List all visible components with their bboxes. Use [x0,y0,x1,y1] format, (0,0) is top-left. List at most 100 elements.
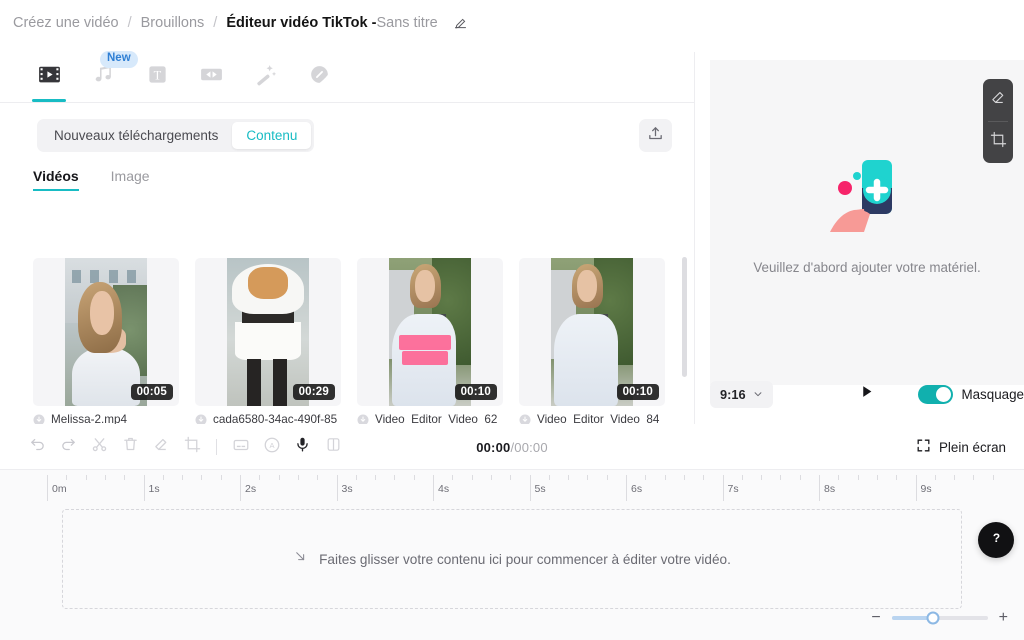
magic-wand-icon [253,62,278,92]
media-card[interactable]: 00:29 cada6580-34ac-490f-85e4-83b073ede6… [195,258,341,424]
ruler-minor-tick [259,475,261,480]
ruler-minor-tick [201,475,203,480]
tab-text[interactable]: T [130,52,184,102]
crop-button[interactable] [177,432,208,463]
download-icon[interactable] [357,414,369,424]
preview-eraser-button[interactable] [990,79,1007,121]
delete-button[interactable] [115,432,146,463]
media-card-label: Video_Editor_Video_62443_1722687900305 [357,413,503,424]
preview-empty-message: Veuillez d'abord ajouter votre matériel. [753,260,981,275]
caption-button[interactable] [225,432,256,463]
help-button[interactable]: ? [978,522,1014,558]
undo-button[interactable] [22,432,53,463]
undo-icon [29,436,46,458]
media-thumbnail[interactable]: 00:05 [33,258,179,406]
crop-icon [184,436,201,458]
media-card[interactable]: 00:10 Video_Editor_Video_84707_172268728… [519,258,665,424]
ruler-minor-tick [220,475,222,480]
media-thumbnail[interactable]: 00:29 [195,258,341,406]
caption-icon [232,436,250,459]
source-segmented-control: Nouveaux téléchargements Contenu [37,119,315,152]
ruler-minor-tick [587,475,589,480]
zoom-slider[interactable] [891,611,988,625]
breadcrumb-create-video[interactable]: Créez une vidéo [13,15,119,31]
media-title: Video_Editor_Video_84707_1722687282419 [537,413,660,424]
upload-button[interactable] [639,119,672,152]
media-panel-scrollbar[interactable] [682,257,687,377]
svg-text:T: T [153,68,161,82]
fullscreen-button[interactable]: Plein écran [916,438,1006,456]
ruler-minor-tick [66,475,68,480]
ruler-label: 5s [534,483,546,495]
preview-float-toolbar [983,79,1013,163]
ruler-minor-tick [973,475,975,480]
redo-button[interactable] [53,432,84,463]
chevron-down-icon [753,387,763,402]
library-tabbar: New T [0,51,694,103]
ruler-label: 8s [824,483,836,495]
ruler-minor-tick [182,475,184,480]
split-screen-button[interactable] [318,432,349,463]
ruler-minor-tick [124,475,126,480]
erase-button[interactable] [146,432,177,463]
trash-icon [122,436,139,458]
voiceover-button[interactable] [287,432,318,463]
auto-button[interactable]: A [256,432,287,463]
timeline-ruler[interactable]: 0m 1s 2s 3s 4s 5s 6s 7s 8s 9s [47,475,1007,501]
tab-stickers[interactable] [292,52,346,102]
preview-panel: Veuillez d'abord ajouter votre matériel. [696,52,1024,424]
timeline-area: 0m 1s 2s 3s 4s 5s 6s 7s 8s 9s Faites glisser votr… [0,470,1024,640]
arrow-down-right-icon [293,549,308,569]
ruler-minor-tick [838,475,840,480]
aspect-ratio-selector[interactable]: 9:16 [710,380,773,408]
zoom-out-button[interactable]: − [871,610,880,626]
download-icon[interactable] [33,414,45,424]
ruler-major-tick: 0m [47,475,67,501]
media-card[interactable]: 00:05 Melissa-2.mp4 [33,258,179,424]
breadcrumb-drafts[interactable]: Brouillons [141,15,205,31]
media-thumbnail[interactable]: 00:10 [357,258,503,406]
media-title: cada6580-34ac-490f-85e4-83b073ede65c [213,413,338,424]
subtab-image[interactable]: Image [111,168,150,191]
play-button[interactable] [860,384,875,404]
split-screen-icon [325,436,342,458]
ruler-major-tick: 5s [529,475,546,501]
preview-stage: Veuillez d'abord ajouter votre matériel. [710,60,1024,385]
ruler-major-tick: 7s [722,475,739,501]
tab-transition[interactable] [184,52,238,102]
media-card[interactable]: 00:10 Video_Editor_Video_62443_172268790… [357,258,503,424]
media-card-label: Video_Editor_Video_84707_1722687282419 [519,413,665,424]
segment-content[interactable]: Contenu [232,122,312,149]
preview-crop-button[interactable] [990,121,1007,163]
pencil-icon[interactable] [453,16,468,31]
toggle-knob [936,386,952,402]
microphone-icon [294,436,311,458]
ruler-label: 6s [631,483,643,495]
current-time: 00:00 [476,439,511,455]
timeline-dropzone[interactable]: Faites glisser votre contenu ici pour co… [62,509,962,609]
ruler-minor-tick [317,475,319,480]
zoom-slider-handle[interactable] [926,611,940,625]
tab-effects[interactable] [238,52,292,102]
media-thumbnail[interactable]: 00:10 [519,258,665,406]
subtab-videos[interactable]: Vidéos [33,168,79,191]
segment-new-uploads[interactable]: Nouveaux téléchargements [40,122,232,149]
masking-toggle[interactable] [918,384,954,404]
library-source-row: Nouveaux téléchargements Contenu [0,103,694,152]
ruler-minor-tick [606,475,608,480]
duration-badge: 00:10 [454,384,497,400]
split-button[interactable] [84,432,115,463]
tab-media[interactable] [22,52,76,102]
film-icon [37,62,62,92]
masking-control: Masquage [918,384,1024,404]
zoom-in-button[interactable]: + [999,610,1008,626]
tab-audio[interactable]: New [76,51,138,102]
ruler-minor-tick [394,475,396,480]
ruler-minor-tick [954,475,956,480]
download-icon[interactable] [519,414,531,424]
ruler-minor-tick [471,475,473,480]
ruler-minor-tick [355,475,357,480]
download-icon[interactable] [195,414,207,424]
ruler-major-tick: 3s [336,475,353,501]
ruler-minor-tick [510,475,512,480]
